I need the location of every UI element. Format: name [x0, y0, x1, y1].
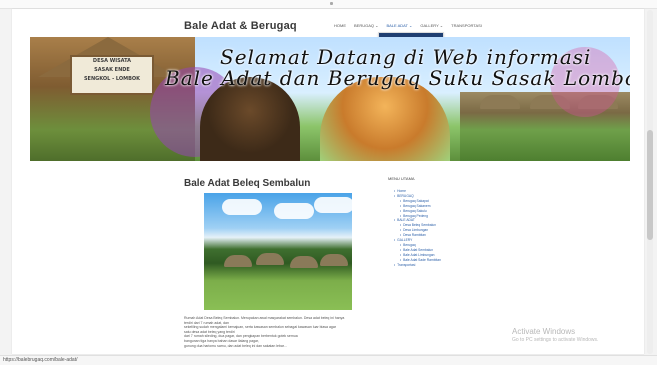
nav-item-transportasi[interactable]: TRANSPORTASI: [451, 23, 482, 28]
image-cloud: [274, 203, 314, 219]
site-title[interactable]: Bale Adat & Berugaq: [184, 20, 297, 32]
browser-top-strip: [0, 0, 657, 9]
banner-sign-line: SASAK ENDE: [94, 67, 130, 73]
image-hut: [224, 255, 252, 267]
watermark-subtitle: Go to PC settings to activate Windows.: [512, 337, 599, 343]
sidebar-menu: MENU UTAMA Home BERUGAQ Berugaq Sakapat …: [388, 176, 498, 268]
sidebar-list: Home BERUGAQ Berugaq Sakapat Berugaq Sak…: [388, 189, 498, 268]
nav-item-bale-adat[interactable]: BALE ADAT ⌄: [386, 23, 412, 28]
post-image: [204, 193, 352, 310]
page-scrollbar[interactable]: [647, 10, 653, 354]
header-banner: DESA WISATA SASAK ENDE SENGKOL - LOMBOK …: [30, 37, 630, 161]
sidebar-heading: MENU UTAMA: [388, 176, 415, 181]
image-cloud: [222, 199, 262, 215]
post-title[interactable]: Bale Adat Beleq Sembalun: [184, 178, 310, 189]
banner-sign-line: SENGKOL - LOMBOK: [83, 76, 141, 82]
post-body-line: gunung dua hariomu samu, dan adat beleq …: [184, 343, 287, 348]
post-body: Rumah Adat Desa Beleq Sembalun. Merupaka…: [184, 316, 392, 348]
image-hut: [290, 256, 318, 268]
banner-sign-line: DESA WISATA: [92, 58, 132, 64]
scrollbar-thumb[interactable]: [647, 130, 653, 240]
banner-hut: [480, 95, 520, 109]
nav-item-gallery[interactable]: GALLERY ⌄: [420, 23, 443, 28]
image-cloud: [314, 197, 352, 213]
banner-sign: DESA WISATA SASAK ENDE SENGKOL - LOMBOK: [70, 55, 154, 95]
image-hut: [320, 254, 348, 266]
tab-indicator: [330, 2, 333, 5]
nav-item-berugaq[interactable]: BERUGAQ ⌄: [354, 23, 378, 28]
sidebar-item-transportasi[interactable]: Transportasi: [394, 263, 498, 268]
windows-activation-watermark: Activate Windows Go to PC settings to ac…: [512, 327, 598, 343]
status-url: https://balebrugaq.com/bale-adat/: [3, 357, 78, 363]
banner-subtitle-line: Bale Adat dan Berugaq Suku Sasak Lombok: [165, 66, 630, 90]
nav-item-home[interactable]: HOME: [334, 23, 346, 28]
image-hut: [256, 253, 284, 265]
main-nav: HOME BERUGAQ ⌄ BALE ADAT ⌄ GALLERY ⌄ TRA…: [334, 23, 482, 28]
watermark-title: Activate Windows: [512, 327, 576, 336]
